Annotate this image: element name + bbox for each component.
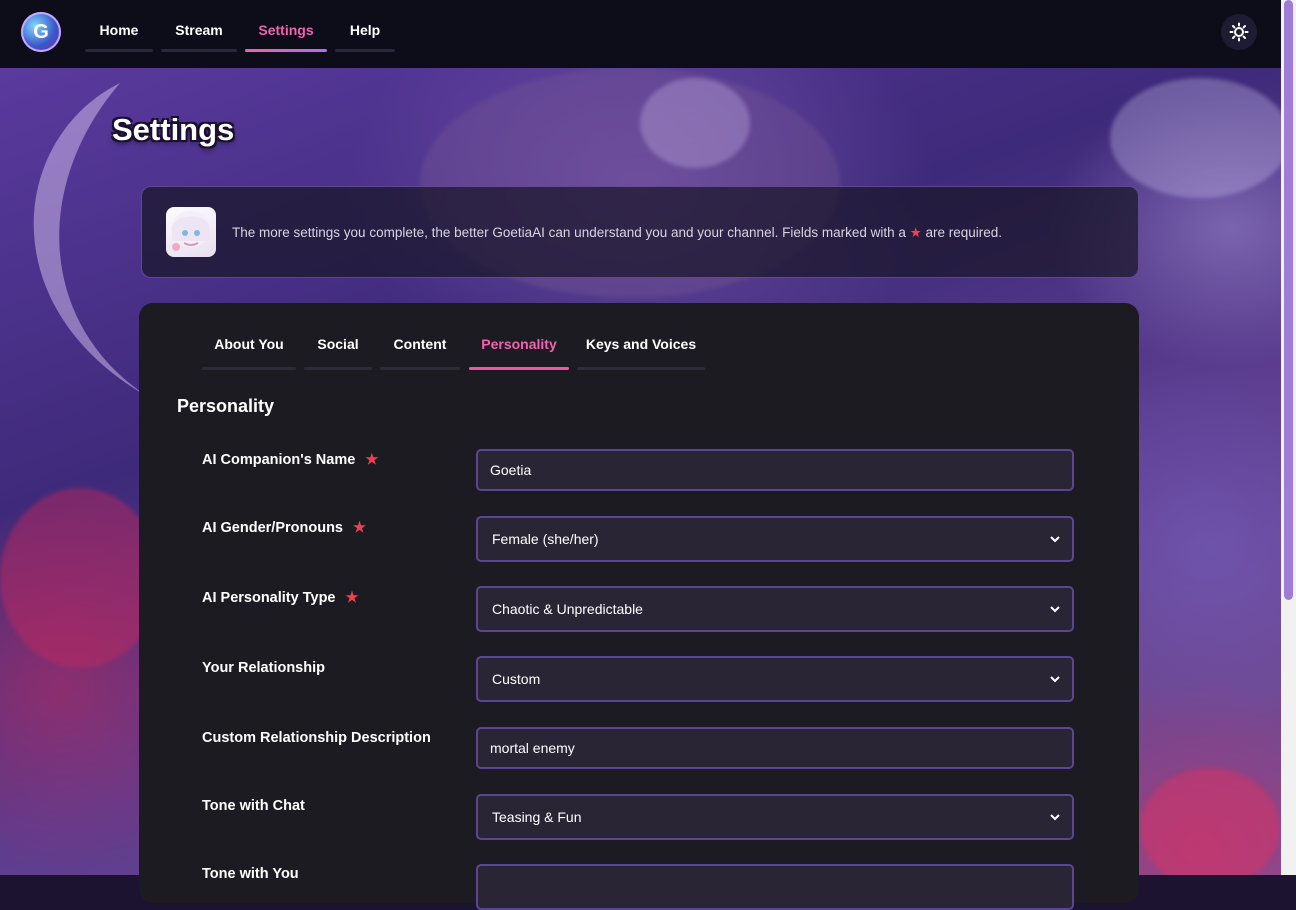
nav-underline [335, 49, 395, 52]
tab-underline [380, 367, 460, 370]
field-label-text: AI Companion's Name [202, 452, 356, 468]
tab-content[interactable]: Content [380, 336, 460, 370]
nav-stream[interactable]: Stream [161, 20, 237, 52]
flower-cluster [0, 488, 160, 668]
field-label-tone-with-you: Tone with You [202, 866, 299, 882]
top-navigation-bar: G Home Stream Settings Help [0, 0, 1281, 68]
tab-content-label: Content [393, 336, 447, 352]
tab-personality-label: Personality [481, 336, 557, 352]
tab-underline-active [469, 367, 569, 370]
tone-with-chat-value: Teasing & Fun [492, 809, 582, 825]
nav-help-label: Help [349, 22, 381, 38]
field-label-companion-name: AI Companion's Name ★ [202, 452, 378, 468]
page-scrollbar[interactable] [1281, 0, 1296, 875]
field-label-gender-pronouns: AI Gender/Pronouns ★ [202, 520, 366, 536]
field-label-tone-with-chat: Tone with Chat [202, 798, 305, 814]
companion-name-value: Goetia [490, 462, 532, 478]
nav-underline [161, 49, 237, 52]
flower-cluster [1140, 768, 1280, 875]
theme-toggle-button[interactable] [1221, 14, 1257, 50]
mascot-avatar-art [171, 211, 211, 251]
tab-personality[interactable]: Personality [469, 336, 569, 370]
chevron-down-icon [1050, 606, 1060, 613]
notice-text-after: are required. [925, 225, 1003, 240]
field-label-text: AI Gender/Pronouns [202, 520, 343, 536]
sun-icon [1229, 22, 1249, 42]
nav-home-label: Home [99, 22, 139, 38]
notice-text-before: The more settings you complete, the bett… [232, 225, 906, 240]
personality-type-select[interactable]: Chaotic & Unpredictable [476, 586, 1074, 632]
tab-about-you-label: About You [214, 336, 284, 352]
tab-underline [577, 367, 705, 370]
chevron-down-icon [1050, 536, 1060, 543]
chevron-down-icon [1050, 814, 1060, 821]
tab-about-you[interactable]: About You [202, 336, 296, 370]
field-label-text: Tone with You [202, 866, 299, 882]
notice-text: The more settings you complete, the bett… [232, 225, 1002, 241]
settings-notice-banner: The more settings you complete, the bett… [141, 186, 1139, 278]
relationship-value: Custom [492, 671, 541, 687]
page-title: Settings [112, 112, 235, 147]
companion-name-input[interactable]: Goetia [476, 449, 1074, 491]
custom-relationship-value: mortal enemy [490, 740, 575, 756]
custom-relationship-input[interactable]: mortal enemy [476, 727, 1074, 769]
settings-card: About You Social Content Personality Key… [139, 303, 1139, 910]
tone-with-you-select[interactable] [476, 864, 1074, 910]
headphones-art [640, 78, 750, 168]
tab-underline [304, 367, 372, 370]
foliage-highlight [1110, 78, 1281, 198]
field-label-text: Custom Relationship Description [202, 730, 431, 746]
tab-social[interactable]: Social [304, 336, 372, 370]
field-label-text: Your Relationship [202, 660, 325, 676]
nav-settings-label: Settings [258, 22, 314, 38]
nav-underline-active [245, 49, 327, 52]
required-star-icon: ★ [365, 452, 379, 468]
required-star-icon: ★ [909, 225, 922, 240]
required-star-icon: ★ [345, 590, 359, 606]
relationship-select[interactable]: Custom [476, 656, 1074, 702]
app-logo[interactable]: G [21, 12, 61, 52]
field-label-relationship: Your Relationship [202, 660, 325, 676]
tab-keys-and-voices-label: Keys and Voices [585, 336, 697, 352]
required-star-icon: ★ [353, 520, 367, 536]
field-label-personality-type: AI Personality Type ★ [202, 590, 359, 606]
nav-underline [85, 49, 153, 52]
nav-settings[interactable]: Settings [245, 20, 327, 52]
gender-pronouns-select[interactable]: Female (she/her) [476, 516, 1074, 562]
nav-stream-label: Stream [175, 22, 223, 38]
personality-type-value: Chaotic & Unpredictable [492, 601, 643, 617]
tab-underline [202, 367, 296, 370]
scrollbar-thumb[interactable] [1284, 0, 1293, 600]
mascot-avatar [166, 207, 216, 257]
field-label-text: Tone with Chat [202, 798, 305, 814]
logo-letter: G [33, 20, 49, 43]
tab-social-label: Social [317, 336, 359, 352]
field-label-custom-relationship: Custom Relationship Description [202, 730, 431, 746]
gender-pronouns-value: Female (she/her) [492, 531, 599, 547]
chevron-down-icon [1050, 676, 1060, 683]
nav-home[interactable]: Home [85, 20, 153, 52]
section-title: Personality [177, 396, 275, 416]
nav-help[interactable]: Help [335, 20, 395, 52]
tab-keys-and-voices[interactable]: Keys and Voices [577, 336, 705, 370]
field-label-text: AI Personality Type [202, 590, 336, 606]
tone-with-chat-select[interactable]: Teasing & Fun [476, 794, 1074, 840]
